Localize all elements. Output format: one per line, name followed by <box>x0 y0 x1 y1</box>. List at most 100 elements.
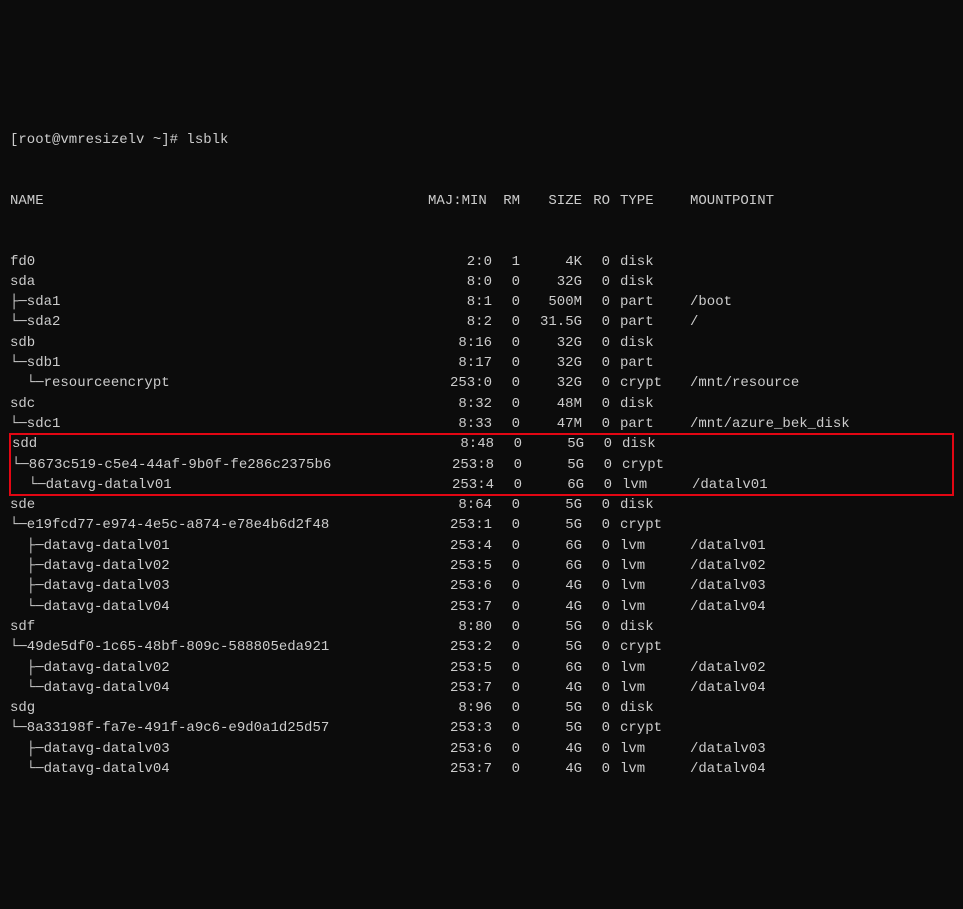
cell-mount: /boot <box>690 292 732 312</box>
cell-type: disk <box>622 434 682 454</box>
highlighted-region: sdd8:4805G0disk└─8673c519-c5e4-44af-9b0f… <box>10 434 953 495</box>
cell-rm: 0 <box>494 455 522 475</box>
cell-rm: 0 <box>492 718 520 738</box>
cell-majmin: 8:2 <box>428 312 492 332</box>
cell-majmin: 8:96 <box>428 698 492 718</box>
table-row: ├─datavg-datalv01253:406G0lvm/datalv01 <box>10 536 953 556</box>
table-row: └─sdc18:33047M0part/mnt/azure_bek_disk <box>10 414 953 434</box>
cell-type: disk <box>620 394 680 414</box>
cell-ro: 0 <box>582 759 610 779</box>
cell-ro: 0 <box>582 515 610 535</box>
cell-type: lvm <box>622 475 682 495</box>
cell-name: ├─datavg-datalv03 <box>10 739 428 759</box>
table-row: ├─datavg-datalv03253:604G0lvm/datalv03 <box>10 576 953 596</box>
col-mount: MOUNTPOINT <box>690 191 774 211</box>
prompt-text: [root@vmresizelv ~]# lsblk <box>10 130 228 150</box>
table-row: fd02:014K0disk <box>10 252 953 272</box>
col-rm: RM <box>492 191 520 211</box>
cell-majmin: 253:7 <box>428 678 492 698</box>
cell-name: └─49de5df0-1c65-48bf-809c-588805eda921 <box>10 637 428 657</box>
cell-ro: 0 <box>582 576 610 596</box>
cell-size: 32G <box>520 373 582 393</box>
cell-ro: 0 <box>582 333 610 353</box>
cell-type: disk <box>620 495 680 515</box>
cell-ro: 0 <box>582 698 610 718</box>
cell-name: └─sdb1 <box>10 353 428 373</box>
cell-majmin: 253:1 <box>428 515 492 535</box>
cell-name: ├─datavg-datalv02 <box>10 556 428 576</box>
cell-size: 47M <box>520 414 582 434</box>
cell-size: 5G <box>522 434 584 454</box>
cell-size: 5G <box>522 455 584 475</box>
cell-rm: 0 <box>492 637 520 657</box>
cell-size: 5G <box>520 698 582 718</box>
cell-ro: 0 <box>582 556 610 576</box>
cell-majmin: 253:7 <box>428 597 492 617</box>
cell-name: └─resourceencrypt <box>10 373 428 393</box>
cell-name: └─8a33198f-fa7e-491f-a9c6-e9d0a1d25d57 <box>10 718 428 738</box>
cell-name: └─datavg-datalv01 <box>12 475 430 495</box>
cell-type: lvm <box>620 658 680 678</box>
cell-majmin: 8:64 <box>428 495 492 515</box>
prompt-line: [root@vmresizelv ~]# lsblk <box>10 130 953 150</box>
cell-majmin: 8:16 <box>428 333 492 353</box>
table-row: ├─datavg-datalv02253:506G0lvm/datalv02 <box>10 658 953 678</box>
cell-rm: 0 <box>492 576 520 596</box>
cell-size: 4G <box>520 739 582 759</box>
cell-majmin: 8:32 <box>428 394 492 414</box>
cell-name: sdd <box>12 434 430 454</box>
cell-type: part <box>620 414 680 434</box>
cell-ro: 0 <box>582 272 610 292</box>
cell-majmin: 8:80 <box>428 617 492 637</box>
cell-majmin: 253:3 <box>428 718 492 738</box>
cell-type: crypt <box>620 718 680 738</box>
cell-type: disk <box>620 272 680 292</box>
cell-name: sdg <box>10 698 428 718</box>
cell-type: disk <box>620 617 680 637</box>
cell-majmin: 253:5 <box>428 556 492 576</box>
cell-ro: 0 <box>582 292 610 312</box>
cell-type: lvm <box>620 678 680 698</box>
cell-majmin: 253:6 <box>428 739 492 759</box>
cell-rm: 0 <box>492 658 520 678</box>
cell-ro: 0 <box>582 617 610 637</box>
cell-name: └─datavg-datalv04 <box>10 759 428 779</box>
cell-mount: /datalv02 <box>690 658 766 678</box>
table-row: └─8a33198f-fa7e-491f-a9c6-e9d0a1d25d5725… <box>10 718 953 738</box>
cell-ro: 0 <box>582 739 610 759</box>
cell-size: 6G <box>520 658 582 678</box>
cell-name: ├─datavg-datalv03 <box>10 576 428 596</box>
table-row: └─datavg-datalv01253:406G0lvm/datalv01 <box>12 475 951 495</box>
cell-ro: 0 <box>582 394 610 414</box>
cell-name: └─datavg-datalv04 <box>10 597 428 617</box>
cell-type: part <box>620 312 680 332</box>
table-row: └─49de5df0-1c65-48bf-809c-588805eda92125… <box>10 637 953 657</box>
table-row: └─datavg-datalv04253:704G0lvm/datalv04 <box>10 597 953 617</box>
cell-majmin: 8:0 <box>428 272 492 292</box>
table-row: └─resourceencrypt253:0032G0crypt/mnt/res… <box>10 373 953 393</box>
cell-size: 4G <box>520 597 582 617</box>
cell-type: lvm <box>620 597 680 617</box>
cell-name: └─8673c519-c5e4-44af-9b0f-fe286c2375b6 <box>12 455 430 475</box>
table-row: └─datavg-datalv04253:704G0lvm/datalv04 <box>10 759 953 779</box>
cell-mount: / <box>690 312 698 332</box>
cell-ro: 0 <box>582 597 610 617</box>
cell-majmin: 8:17 <box>428 353 492 373</box>
cell-majmin: 253:2 <box>428 637 492 657</box>
table-row: └─sda28:2031.5G0part/ <box>10 312 953 332</box>
cell-size: 5G <box>520 495 582 515</box>
cell-type: crypt <box>620 637 680 657</box>
cell-size: 6G <box>520 556 582 576</box>
cell-size: 4G <box>520 678 582 698</box>
table-row: └─8673c519-c5e4-44af-9b0f-fe286c2375b625… <box>12 455 951 475</box>
cell-majmin: 8:33 <box>428 414 492 434</box>
cell-rm: 0 <box>492 373 520 393</box>
cell-size: 6G <box>522 475 584 495</box>
cell-type: disk <box>620 698 680 718</box>
col-name: NAME <box>10 191 428 211</box>
cell-name: └─sdc1 <box>10 414 428 434</box>
cell-mount: /mnt/azure_bek_disk <box>690 414 850 434</box>
cell-size: 5G <box>520 617 582 637</box>
cell-ro: 0 <box>582 353 610 373</box>
cell-size: 48M <box>520 394 582 414</box>
